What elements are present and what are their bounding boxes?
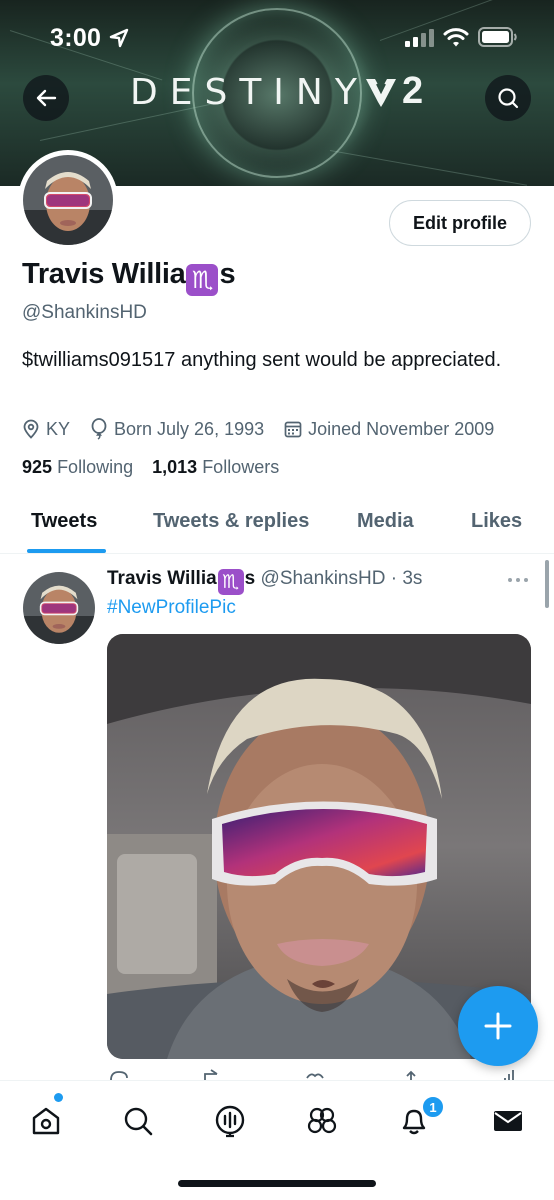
home-icon [32,1107,60,1135]
location-text: KY [46,418,71,439]
profile-bio: $twilliams091517 anything sent would be … [22,349,502,371]
edit-profile-button[interactable]: Edit profile [389,200,531,246]
profile-display-name: Travis Willia ♏ s [22,258,236,296]
profile-location: KY [22,419,70,440]
search-button[interactable] [485,75,531,121]
followers-link[interactable]: 1,013 Followers [152,457,279,477]
display-name-text: Travis Willia [22,258,186,290]
cellular-signal-icon [405,29,434,47]
home-unread-dot [54,1093,63,1102]
tweet-photo-image [107,634,531,1059]
tweet-separator: · [390,568,398,589]
back-arrow-icon [36,89,57,107]
search-icon [124,1107,153,1136]
messages-icon [494,1111,522,1131]
profile-tabs: Tweets Tweets & replies Media Likes [0,492,554,554]
followers-label: Followers [202,457,280,477]
plus-icon [484,1012,512,1040]
tab-likes[interactable]: Likes [471,510,522,533]
avatar-image [23,572,95,644]
spaces-icon [215,1105,245,1138]
tweet-photo[interactable] [107,634,531,1059]
compose-tweet-button[interactable] [458,986,538,1066]
avatar-image [23,155,113,245]
display-name-text-end: s [219,258,236,290]
battery-icon [478,27,517,47]
more-options-icon[interactable] [505,572,531,588]
follow-stats: 925 Following 1,013 Followers [22,457,293,478]
nav-home[interactable] [24,1099,68,1143]
reply-icon [110,1071,128,1081]
nav-communities[interactable] [300,1099,344,1143]
nav-search[interactable] [116,1099,160,1143]
notification-badge: 1 [421,1095,445,1119]
birthday-text: Born July 26, 1993 [114,418,265,439]
tweet-timestamp[interactable]: 3s [402,568,422,589]
joined-text: Joined November 2009 [308,418,495,439]
tweet-author-name-text: Travis Willia [107,568,217,589]
calendar-icon [284,421,302,438]
tweet-avatar[interactable] [23,572,95,644]
wifi-icon [443,28,469,47]
status-time: 3:00 [50,24,102,52]
profile-avatar[interactable] [18,150,118,250]
nav-messages[interactable] [486,1099,530,1143]
following-count: 925 [22,457,53,477]
followers-count: 1,013 [152,457,198,477]
scorpio-emoji: ♏ [217,569,244,595]
status-bar: 3:00 [0,0,554,72]
following-label: Following [57,457,134,477]
profile-meta: KY Born July 26, 1993 Joined November 20… [22,416,514,442]
location-pin-icon [23,419,39,439]
communities-icon [307,1107,337,1134]
home-indicator[interactable] [178,1180,376,1187]
banner-streak [329,150,528,186]
nav-spaces[interactable] [208,1099,252,1143]
tweet-hashtag[interactable]: #NewProfilePic [107,597,236,619]
following-link[interactable]: 925 Following [22,457,133,477]
location-arrow-icon [109,28,129,48]
tab-media[interactable]: Media [357,510,414,533]
active-tab-indicator [27,549,106,553]
tweet-author-name[interactable]: Travis Willia ♏ s [107,568,256,595]
scrollbar[interactable] [545,560,549,608]
balloon-icon [91,418,107,440]
tweet-author-name-end: s [244,568,256,589]
tab-tweets[interactable]: Tweets [31,510,97,533]
tweet-header: Travis Willia ♏ s @ShankinsHD · 3s [107,568,422,595]
destiny-logo-icon [366,79,396,107]
profile-handle: @ShankinsHD [22,302,147,323]
profile-joined: Joined November 2009 [284,419,494,440]
retweet-icon [204,1069,218,1080]
profile-birthday: Born July 26, 1993 [90,418,264,440]
tweet-author-handle[interactable]: @ShankinsHD [261,568,386,589]
banner-title: DESTINY [130,72,369,113]
search-icon [498,88,519,109]
scorpio-emoji: ♏ [186,264,219,296]
back-button[interactable] [23,75,69,121]
tab-tweets-and-replies[interactable]: Tweets & replies [153,510,309,533]
like-icon [306,1073,324,1079]
banner-number: 2 [402,70,424,112]
